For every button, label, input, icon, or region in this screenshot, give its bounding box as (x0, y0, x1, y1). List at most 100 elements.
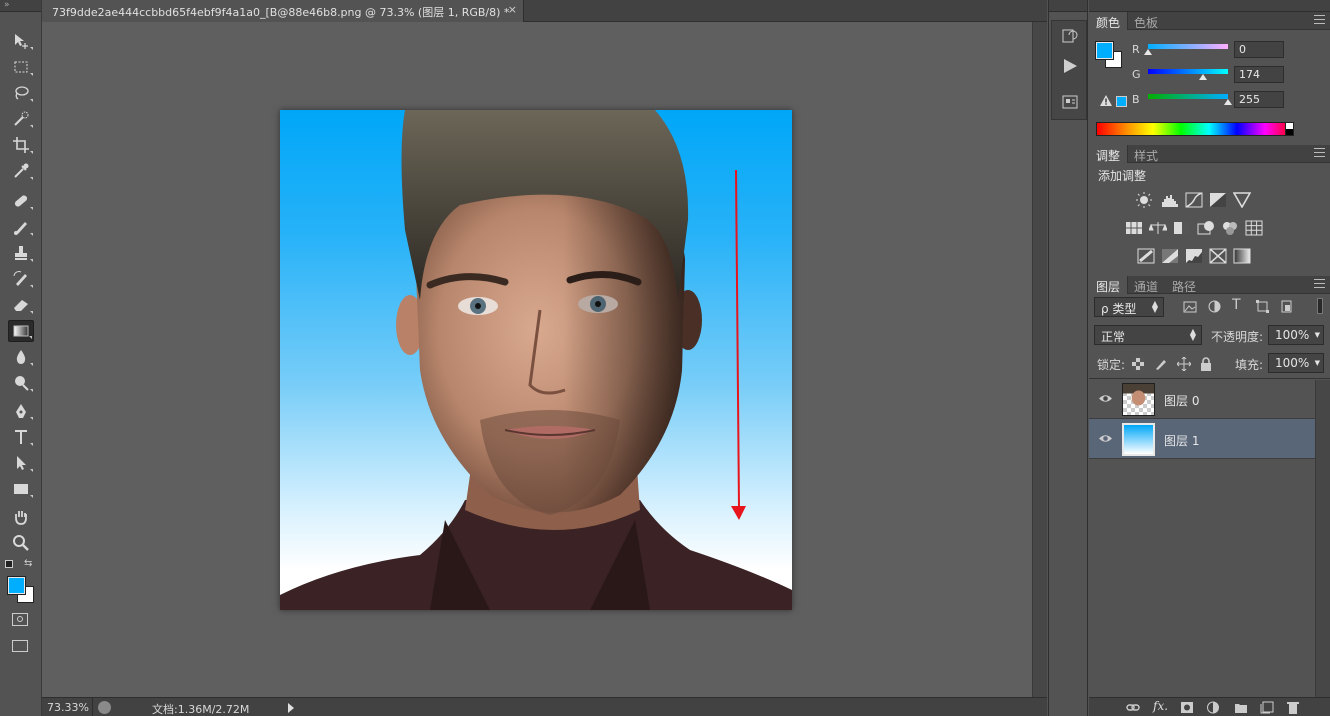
tab-paths[interactable]: 路径 (1165, 276, 1203, 294)
invert-icon[interactable] (1137, 248, 1155, 264)
delete-layer-trash-icon[interactable] (1286, 701, 1300, 714)
filter-type-icon[interactable]: T (1232, 297, 1241, 313)
eraser-tool[interactable] (8, 294, 34, 316)
selective-color-icon[interactable] (1209, 248, 1227, 264)
tab-styles[interactable]: 样式 (1127, 145, 1165, 163)
lock-all-icon[interactable] (1200, 357, 1212, 371)
healing-brush-tool[interactable] (8, 190, 34, 212)
gamut-color-chip[interactable] (1116, 96, 1127, 107)
status-info-icon[interactable] (98, 701, 111, 714)
opacity-input[interactable]: 100% ▼ (1268, 325, 1324, 345)
blend-mode-select[interactable]: 正常 ▲ ▼ (1094, 325, 1202, 345)
default-colors-icon[interactable] (5, 560, 13, 568)
pen-tool[interactable] (8, 400, 34, 422)
panels-grip[interactable] (1089, 0, 1330, 12)
channel-b-input[interactable]: 255 (1234, 91, 1284, 108)
path-select-tool[interactable] (8, 452, 34, 474)
hue-saturation-icon[interactable] (1125, 220, 1143, 236)
hand-tool[interactable] (8, 506, 34, 528)
new-adjustment-layer-icon[interactable] (1206, 701, 1220, 714)
document-canvas[interactable] (280, 110, 792, 610)
zoom-level[interactable]: 73.33% (47, 701, 89, 714)
layer-filter-select[interactable]: ρ 类型 ▲ ▼ (1094, 297, 1164, 317)
close-tab-icon[interactable]: × (508, 3, 517, 16)
zoom-tool[interactable] (8, 532, 34, 554)
black-white-icon[interactable] (1173, 220, 1191, 236)
gamut-warning-icon[interactable] (1100, 95, 1112, 106)
move-tool[interactable] (8, 30, 34, 52)
color-panel-menu-icon[interactable] (1314, 15, 1325, 24)
blur-tool[interactable] (8, 346, 34, 368)
actions-play-icon[interactable] (1060, 57, 1080, 75)
visibility-eye-icon[interactable] (1099, 432, 1112, 445)
channel-g-input[interactable]: 174 (1234, 66, 1284, 83)
canvas-area[interactable] (42, 22, 1032, 697)
layer-row-0[interactable]: 图层 0 (1089, 379, 1315, 419)
tab-color[interactable]: 颜色 (1089, 12, 1129, 30)
history-brush-tool[interactable] (8, 268, 34, 290)
color-lookup-icon[interactable] (1245, 220, 1263, 236)
screen-mode-icon[interactable] (12, 640, 28, 652)
foreground-color-swatch[interactable] (7, 576, 26, 595)
photo-filter-icon[interactable] (1197, 220, 1215, 236)
history-panel-icon[interactable] (1060, 27, 1080, 45)
tools-panel-grip[interactable]: » (0, 0, 41, 12)
filter-shape-icon[interactable] (1256, 300, 1269, 313)
channel-g-knob[interactable] (1199, 74, 1207, 80)
tab-swatches[interactable]: 色板 (1127, 12, 1165, 30)
clone-stamp-tool[interactable] (8, 242, 34, 264)
exposure-icon[interactable] (1209, 192, 1227, 208)
lock-transparency-icon[interactable] (1132, 358, 1144, 370)
type-tool[interactable] (8, 426, 34, 448)
new-layer-icon[interactable] (1260, 701, 1274, 714)
rectangle-tool[interactable] (8, 478, 34, 500)
fill-dropdown-icon[interactable]: ▼ (1315, 359, 1320, 367)
canvas-vertical-scrollbar[interactable] (1032, 22, 1047, 697)
channel-b-slider[interactable] (1148, 94, 1228, 99)
channel-r-slider[interactable] (1148, 44, 1228, 49)
link-layers-icon[interactable] (1126, 701, 1140, 714)
channel-r-knob[interactable] (1144, 49, 1152, 55)
color-panel-foreground-swatch[interactable] (1095, 41, 1114, 60)
crop-tool[interactable] (8, 134, 34, 156)
brightness-contrast-icon[interactable] (1135, 192, 1153, 208)
opacity-dropdown-icon[interactable]: ▼ (1315, 331, 1320, 339)
filter-smart-object-icon[interactable] (1280, 300, 1293, 313)
filter-adjustment-icon[interactable] (1208, 300, 1221, 313)
dodge-tool[interactable] (8, 372, 34, 394)
channel-r-input[interactable]: 0 (1234, 41, 1284, 58)
tab-adjustments[interactable]: 调整 (1089, 145, 1129, 163)
layers-scrollbar[interactable] (1315, 380, 1330, 697)
quick-mask-icon[interactable] (12, 613, 28, 626)
eyedropper-tool[interactable] (8, 160, 34, 182)
lasso-tool[interactable] (8, 82, 34, 104)
properties-panel-icon[interactable] (1060, 93, 1080, 111)
color-balance-icon[interactable] (1149, 220, 1167, 236)
gradient-map-icon[interactable] (1233, 248, 1251, 264)
status-menu-arrow-icon[interactable] (288, 703, 294, 713)
filter-pixel-icon[interactable] (1183, 301, 1197, 313)
curves-icon[interactable] (1185, 192, 1203, 208)
brush-tool[interactable] (8, 216, 34, 238)
fill-input[interactable]: 100% ▼ (1268, 353, 1324, 373)
tab-layers[interactable]: 图层 (1089, 276, 1129, 294)
layer-style-fx-icon[interactable]: fx. (1153, 699, 1168, 713)
swap-colors-icon[interactable]: ⇆ (24, 558, 32, 569)
new-group-folder-icon[interactable] (1234, 701, 1248, 714)
channel-mixer-icon[interactable] (1221, 220, 1239, 236)
visibility-eye-icon[interactable] (1099, 392, 1112, 405)
threshold-icon[interactable] (1185, 248, 1203, 264)
layer-row-1[interactable]: 图层 1 (1089, 419, 1315, 459)
add-mask-icon[interactable] (1180, 701, 1194, 714)
channel-g-slider[interactable] (1148, 69, 1228, 74)
document-tab[interactable]: 73f9dde2ae444ccbbd65f4ebf9f4a1a0_[B@88e4… (42, 0, 524, 22)
adjustments-panel-menu-icon[interactable] (1314, 148, 1325, 157)
posterize-icon[interactable] (1161, 248, 1179, 264)
gradient-tool[interactable] (8, 320, 34, 342)
levels-icon[interactable] (1161, 192, 1179, 208)
filter-toggle-switch[interactable] (1317, 298, 1323, 314)
black-white-ramp[interactable] (1285, 122, 1294, 136)
color-spectrum-bar[interactable] (1096, 122, 1294, 136)
marquee-tool[interactable] (8, 56, 34, 78)
quick-select-tool[interactable] (8, 108, 34, 130)
